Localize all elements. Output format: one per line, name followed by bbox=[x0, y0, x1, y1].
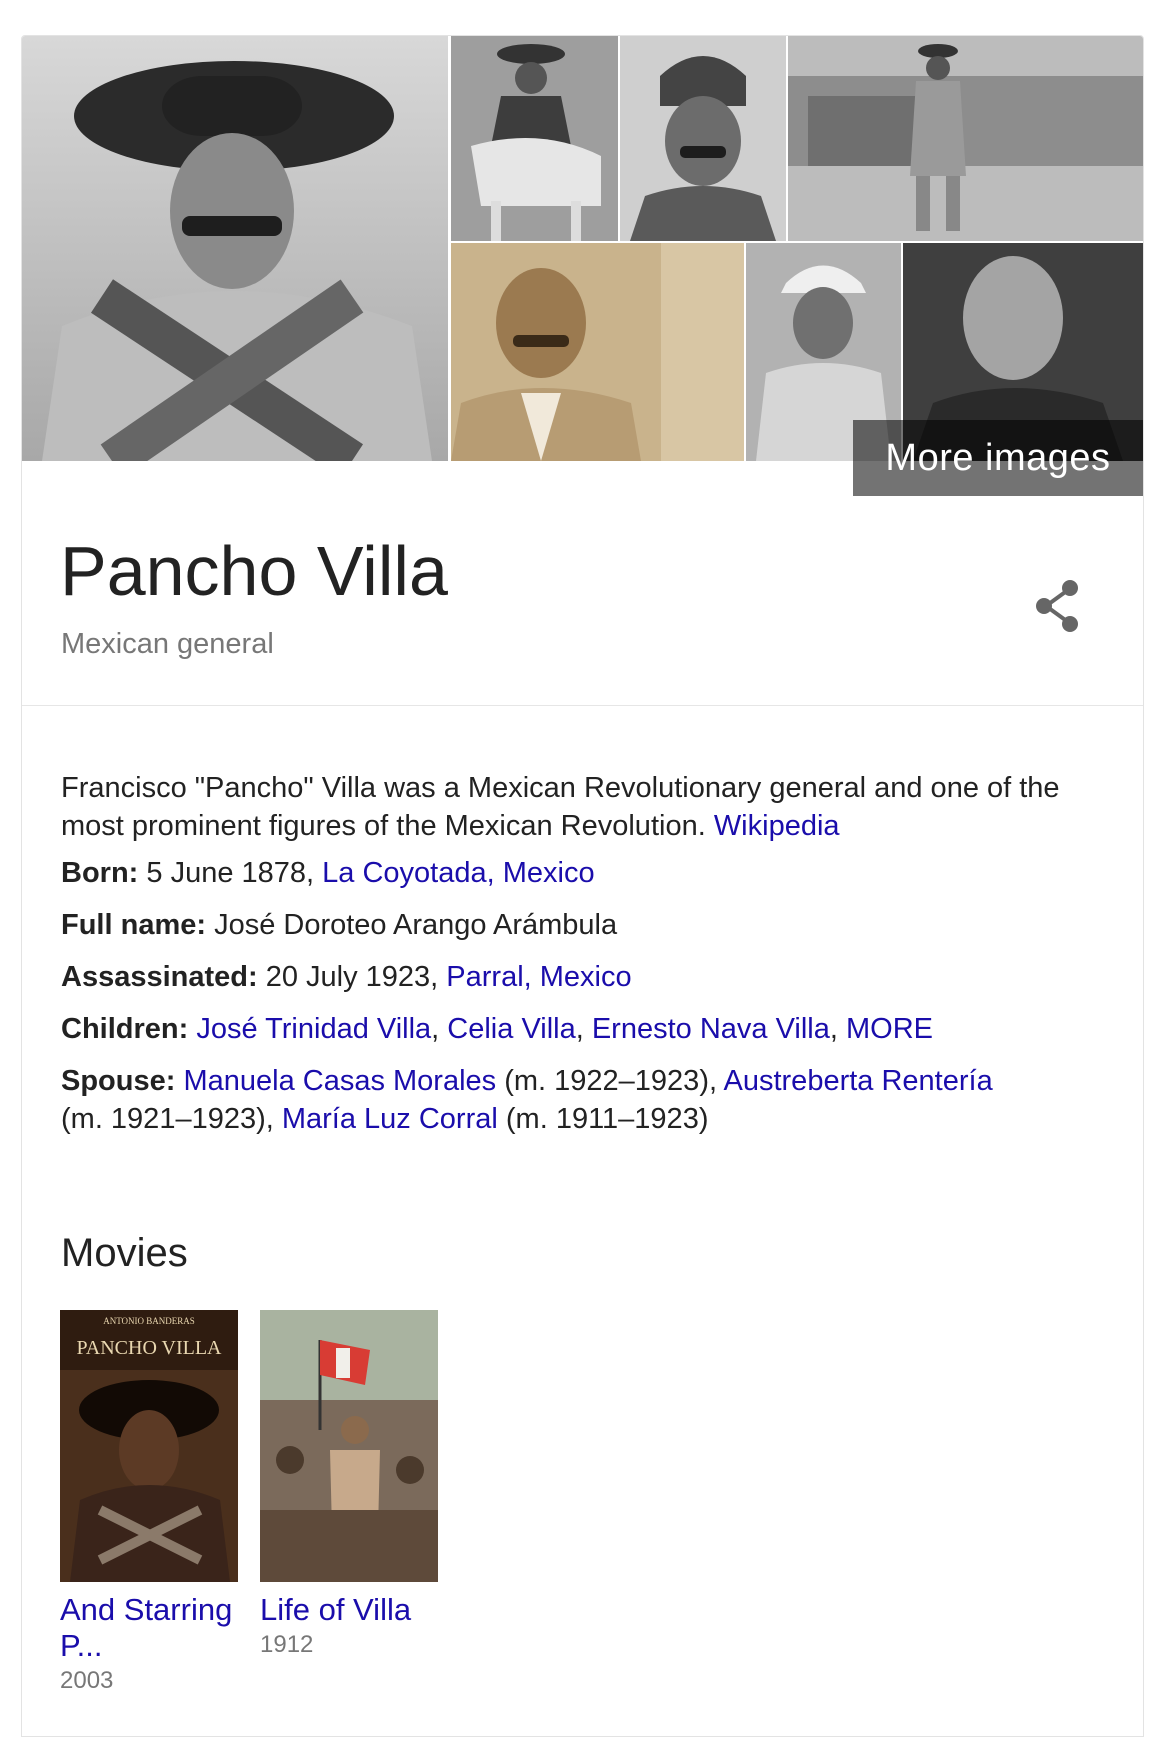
entity-subtitle: Mexican general bbox=[61, 628, 274, 660]
more-images-label[interactable]: More images bbox=[885, 437, 1110, 480]
fact-value: 20 July 1923, bbox=[257, 961, 447, 993]
knowledge-panel: More images Pancho Villa Mexican general… bbox=[21, 35, 1144, 1737]
movie-poster[interactable]: ANTONIO BANDERAS PANCHO VILLA bbox=[60, 1310, 238, 1582]
fact-label: Spouse: bbox=[61, 1065, 176, 1097]
fact-value: José Doroteo Arango Arámbula bbox=[206, 909, 618, 941]
movie-title-link[interactable]: Life of Villa bbox=[260, 1592, 438, 1628]
share-icon bbox=[1036, 580, 1078, 632]
movie-poster[interactable] bbox=[260, 1310, 438, 1582]
spouse-link[interactable]: Austreberta Rentería bbox=[724, 1065, 993, 1097]
wikipedia-link[interactable]: Wikipedia bbox=[714, 810, 840, 842]
movie-title-link[interactable]: And Starring P... bbox=[60, 1592, 238, 1664]
child-link[interactable]: Ernesto Nava Villa bbox=[592, 1013, 830, 1045]
spouse-dates: (m. 1911–1923) bbox=[497, 1103, 709, 1135]
fact-label: Full name: bbox=[61, 909, 207, 941]
entity-description: Francisco "Pancho" Villa was a Mexican R… bbox=[61, 769, 1111, 845]
spouse-dates: (m. 1922–1923), bbox=[496, 1065, 724, 1097]
fact-value: 5 June 1878, bbox=[138, 857, 323, 889]
fact-assassinated: Assassinated: 20 July 1923, Parral, Mexi… bbox=[61, 958, 1121, 996]
child-link[interactable]: José Trinidad Villa bbox=[196, 1013, 431, 1045]
sepia-portrait-photo[interactable] bbox=[451, 243, 744, 461]
spouse-link[interactable]: María Luz Corral bbox=[282, 1103, 498, 1135]
fact-children: Children: José Trinidad Villa, Celia Vil… bbox=[61, 1013, 934, 1045]
movies-heading: Movies bbox=[61, 1231, 188, 1275]
cap-portrait-photo[interactable] bbox=[620, 36, 786, 241]
assassinated-place-link[interactable]: Parral, Mexico bbox=[446, 961, 631, 993]
fact-label: Born: bbox=[61, 857, 139, 889]
born-place-link[interactable]: La Coyotada, Mexico bbox=[322, 857, 594, 889]
fact-label: Children: bbox=[61, 1013, 189, 1045]
poster-main-text: PANCHO VILLA bbox=[76, 1337, 222, 1359]
movie-card[interactable]: Life of Villa 1912 bbox=[260, 1310, 438, 1662]
fact-born: Born: 5 June 1878, La Coyotada, Mexico bbox=[61, 854, 1121, 892]
poster-top-text: ANTONIO BANDERAS bbox=[103, 1316, 195, 1326]
entity-title: Pancho Villa bbox=[60, 532, 448, 610]
image-collage: More images bbox=[22, 36, 1143, 496]
children-more-link[interactable]: MORE bbox=[846, 1013, 933, 1045]
movie-card[interactable]: ANTONIO BANDERAS PANCHO VILLA And Starri… bbox=[60, 1310, 238, 1698]
more-images-overlay[interactable]: More images bbox=[853, 420, 1143, 496]
spouse-dates: (m. 1921–1923), bbox=[61, 1103, 282, 1135]
description-text: Francisco "Pancho" Villa was a Mexican R… bbox=[61, 772, 1060, 842]
movie-year: 2003 bbox=[60, 1667, 114, 1694]
movie-year: 1912 bbox=[260, 1631, 314, 1658]
fact-full-name: Full name: José Doroteo Arango Arámbula bbox=[61, 906, 1121, 944]
main-portrait-image[interactable] bbox=[22, 36, 448, 461]
fact-label: Assassinated: bbox=[61, 961, 258, 993]
standing-photo[interactable] bbox=[788, 36, 1143, 241]
share-button[interactable] bbox=[1030, 576, 1086, 636]
child-link[interactable]: Celia Villa bbox=[447, 1013, 575, 1045]
horseback-photo[interactable] bbox=[451, 36, 618, 241]
header-divider bbox=[22, 705, 1143, 706]
fact-spouse: Spouse: Manuela Casas Morales (m. 1922–1… bbox=[61, 1062, 1121, 1138]
spouse-link[interactable]: Manuela Casas Morales bbox=[183, 1065, 496, 1097]
